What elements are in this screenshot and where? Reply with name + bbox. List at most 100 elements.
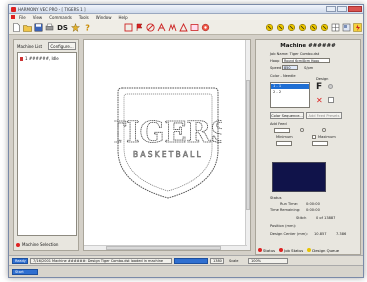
maximum-checkbox[interactable] [312,135,316,139]
design-main-text: TIGERS [114,115,222,149]
list-item[interactable]: 2 - 2 [273,90,281,94]
main-toolbar: DS ? [9,20,363,35]
new-file-icon[interactable] [12,23,21,32]
add-feed-field[interactable] [274,128,290,133]
standard-radio[interactable] [300,128,304,132]
document-menu-icon[interactable] [11,15,15,19]
configure-button[interactable]: Configure... [48,42,76,50]
auto-radio[interactable] [322,128,326,132]
svg-text:?: ? [85,24,90,33]
thread-icon[interactable] [201,23,210,32]
window-controls [326,6,362,12]
grid-icon[interactable] [331,23,340,32]
canvas-horizontal-scrollbar[interactable] [84,245,247,250]
print-icon[interactable] [45,23,54,32]
design-canvas[interactable]: TIGERS BASKETBALL [83,39,251,251]
design-queue-tab-icon [307,248,312,252]
run-time-label: Run Time: [280,202,299,206]
list-item[interactable]: 1 - 1 [271,84,309,89]
machine-icon [20,56,23,61]
text-icon[interactable] [157,23,166,32]
machine-list[interactable]: 1 ######, Idle [17,52,77,236]
status-mode: Ready [12,257,28,264]
tab-design-queue[interactable]: Design Queue [307,248,339,253]
zoom-value: 1380 [210,257,224,264]
minimum-field[interactable] [276,141,292,146]
close-button[interactable] [348,6,362,12]
red-flag-icon[interactable] [135,23,144,32]
design-center-label: Design Center (mm): [270,232,308,236]
stitch-4-icon[interactable] [298,23,307,32]
list-item[interactable]: 1 ######, Idle [20,56,59,61]
stop-icon[interactable] [146,23,155,32]
tab-design-queue-label: Design Queue [312,247,340,253]
machine-item-label: 1 ######, Idle [25,56,59,61]
color-needle-label: Color - Needle [270,74,296,78]
stitch-2-icon[interactable] [276,23,285,32]
status-label: Status [270,196,282,200]
maximize-button[interactable] [337,6,347,12]
tab-status[interactable]: Status [258,248,275,253]
stitch-5-icon[interactable] [309,23,318,32]
machine-selection-icon [16,242,20,247]
maximum-label: Maximum [318,135,336,139]
hoop-select[interactable]: Round 6cm/8cm Hoop [282,58,330,63]
box-icon[interactable] [124,23,133,32]
machine-selection-label: Machine Selection [22,242,59,247]
lightning-icon[interactable] [353,23,362,32]
maximum-field[interactable] [312,141,328,146]
add-feed-presets-button[interactable]: Add Feed Presets [306,112,342,119]
menu-tools[interactable]: Tools [79,15,89,20]
scale-field[interactable]: 100% [248,257,288,264]
image-icon[interactable] [190,23,199,32]
status-message: 7/16/2001 Machine ######: Design Tiger C… [30,257,172,264]
document-icon[interactable] [328,97,334,103]
horizontal-scroll-thumb[interactable] [106,246,221,250]
properties-icon[interactable] [71,23,80,32]
hoop-label: Hoop [270,59,280,63]
canvas-vertical-scrollbar[interactable] [245,40,250,250]
job-status-tab-icon [279,248,284,252]
stitch-6-icon[interactable] [320,23,329,32]
help-icon[interactable]: ? [83,23,92,33]
save-icon[interactable] [34,23,43,32]
app-icon [11,6,16,12]
ds-icon[interactable]: DS [57,23,68,32]
speed-unit: S/pm [304,66,314,70]
needle-position-icon[interactable] [328,84,333,89]
machine-list-panel: Machine List Configure... 1 ######, Idle… [13,39,79,251]
stitch-value: 0 of 13887 [316,216,336,220]
menu-commands[interactable]: Commands [49,15,72,20]
open-folder-icon[interactable] [23,23,32,32]
status-bar: Ready 7/16/2001 Machine ######: Design T… [9,255,363,265]
menu-window[interactable]: Window [96,15,112,20]
design-center-y: 7.386 [336,232,347,236]
machine-list-heading: Machine List [17,44,43,49]
start-button[interactable]: Start [12,269,38,275]
minimum-label: Minimum [276,135,293,139]
speed-field[interactable]: 850 [282,65,298,70]
vertical-scroll-thumb[interactable] [246,80,250,210]
cancel-x-icon[interactable]: ✕ [316,96,323,105]
shape-icon[interactable] [179,23,188,32]
position-label: Position (mm): [270,224,297,228]
stitch-1-icon[interactable] [265,23,274,32]
scale-label: Scale [229,258,239,263]
minimize-button[interactable] [326,6,336,12]
menu-view[interactable]: View [33,15,43,20]
tile-icon[interactable] [342,23,351,32]
stitch-3-icon[interactable] [287,23,296,32]
time-remaining-value: 0:00:00 [306,208,320,212]
design-sub-text: BASKETBALL [133,150,203,159]
color-sequence-button[interactable]: Color Sequence... [270,112,304,119]
machine-selection-tab[interactable]: Machine Selection [16,242,58,247]
color-needle-list[interactable]: 1 - 1 2 - 2 [270,82,310,108]
window-title: HARMONY VEC PRO - [ TIGERS 1 ] [18,6,86,12]
menu-file[interactable]: File [19,15,26,20]
status-display [272,162,326,192]
design-f-icon[interactable]: F [316,82,322,92]
menu-help[interactable]: Help [119,15,128,20]
tigers-design: TIGERS BASKETBALL [114,87,222,199]
monogram-icon[interactable] [168,23,177,32]
tab-job-status[interactable]: Job Status [279,248,303,253]
